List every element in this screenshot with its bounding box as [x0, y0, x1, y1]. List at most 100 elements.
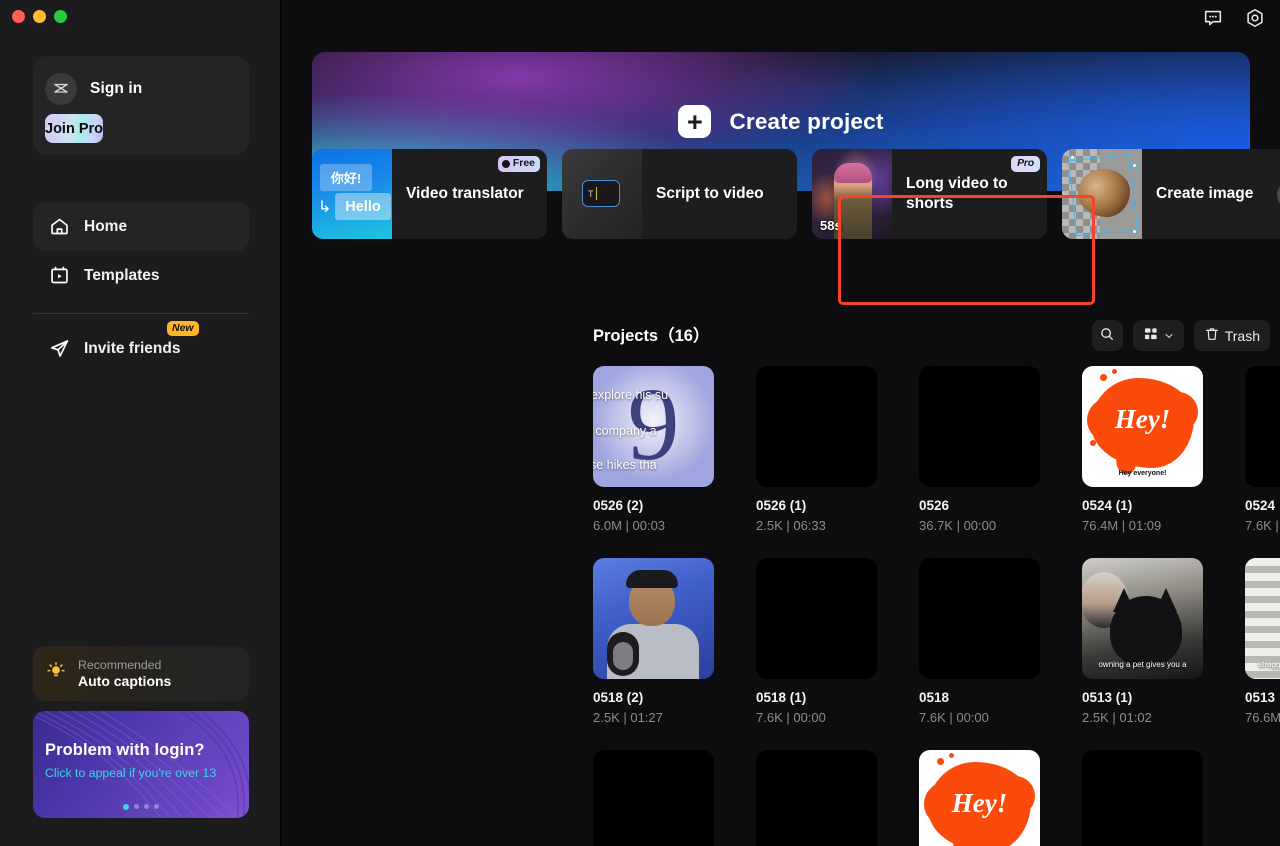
project-card[interactable]: 9 explore his su n company a ese hikes t… [593, 366, 756, 533]
caret-icon [596, 187, 598, 200]
project-thumbnail[interactable] [1245, 366, 1280, 487]
recommended-auto-captions-card[interactable]: Recommended Auto captions [33, 646, 249, 701]
project-card[interactable]: 0518 (1) 7.6K | 00:00 [756, 558, 919, 725]
promo-subtitle: Click to appeal if you're over 13 [45, 765, 235, 782]
project-meta: 36.7K | 00:00 [919, 518, 1082, 533]
promo-title: Problem with login? [45, 741, 205, 760]
paper-plane-icon [49, 338, 70, 359]
project-card[interactable]: 0526 (1) 2.5K | 06:33 [756, 366, 919, 533]
new-badge: New [167, 321, 199, 336]
window-traffic-lights [12, 10, 67, 23]
sign-in-row[interactable]: Sign in [45, 66, 237, 112]
search-button[interactable] [1092, 320, 1123, 351]
feature-card-script-to-video[interactable]: T Script to video [562, 149, 797, 239]
video-translator-thumbnail: 你好! ↳ Hello [312, 149, 392, 239]
project-meta: 2.5K | 01:02 [1082, 710, 1245, 725]
project-name: 0526 (1) [756, 498, 919, 513]
project-thumbnail[interactable] [593, 750, 714, 846]
project-card[interactable] [1082, 750, 1245, 846]
join-pro-button[interactable]: Join Pro [45, 114, 103, 143]
project-card[interactable]: 0518 7.6K | 00:00 [919, 558, 1082, 725]
project-thumbnail[interactable] [756, 366, 877, 487]
project-card[interactable] [756, 750, 919, 846]
chevron-down-icon [1164, 328, 1174, 344]
home-icon [49, 216, 70, 237]
project-thumbnail[interactable]: Hey! Hey everyone! [1082, 366, 1203, 487]
project-meta: 2.5K | 01:27 [593, 710, 756, 725]
view-mode-button[interactable] [1133, 320, 1184, 351]
promo-dot[interactable] [144, 804, 149, 809]
thumb-text-english: Hello [335, 193, 391, 220]
project-thumbnail[interactable]: 9 explore his su n company a ese hikes t… [593, 366, 714, 487]
project-thumbnail[interactable] [593, 558, 714, 679]
feedback-icon[interactable] [1202, 7, 1224, 29]
settings-gear-icon[interactable] [1244, 7, 1266, 29]
project-name: 0518 (2) [593, 690, 756, 705]
capcut-logo-icon [45, 73, 77, 105]
project-meta: 6.0M | 00:03 [593, 518, 756, 533]
feature-card-title: Create image [1142, 184, 1261, 204]
account-card: Sign in Join Pro [33, 56, 249, 155]
promo-carousel-dots[interactable] [33, 804, 249, 810]
project-meta: 7.6K | 00:00 [756, 710, 919, 725]
project-name: 0518 (1) [756, 690, 919, 705]
thumb-hey-text: Hey! [919, 788, 1040, 819]
project-card[interactable]: owning a pet gives you a 0513 (1) 2.5K |… [1082, 558, 1245, 725]
sidebar-item-label: Templates [84, 267, 160, 285]
thumb-caption-line: n company a [593, 424, 657, 438]
promo-login-card[interactable]: Problem with login? Click to appeal if y… [33, 711, 249, 818]
app-window: Sign in Join Pro Home [0, 0, 1280, 846]
thumb-duration-label: 58s [820, 218, 842, 233]
templates-icon [49, 265, 70, 286]
project-thumbnail[interactable] [919, 366, 1040, 487]
project-thumbnail[interactable] [756, 750, 877, 846]
minimize-window-button[interactable] [33, 10, 46, 23]
project-card[interactable]: 0526 36.7K | 00:00 [919, 366, 1082, 533]
project-card[interactable]: struggling with depression. 0513 76.6M |… [1245, 558, 1280, 725]
search-icon [1099, 326, 1115, 345]
promo-dot[interactable] [123, 804, 129, 810]
feature-card-create-image[interactable]: Create image ❯ [1062, 149, 1280, 239]
promo-dot[interactable] [134, 804, 139, 809]
project-thumbnail[interactable]: owning a pet gives you a [1082, 558, 1203, 679]
recommended-texts: Recommended Auto captions [78, 658, 171, 689]
promo-dot[interactable] [154, 804, 159, 809]
sign-in-label: Sign in [90, 80, 142, 98]
project-thumbnail[interactable]: Hey! [919, 750, 1040, 846]
projects-grid: 9 explore his su n company a ese hikes t… [593, 366, 1280, 846]
project-thumbnail[interactable] [919, 558, 1040, 679]
thumb-caption-line: explore his su [593, 388, 668, 402]
project-meta: 76.4M | 01:09 [1082, 518, 1245, 533]
feature-card-long-video-to-shorts[interactable]: 58s Long video to shorts Pro [812, 149, 1047, 239]
project-card[interactable]: Hey! Hey everyone! 0524 (1) 76.4M | 01:0… [1082, 366, 1245, 533]
trash-button[interactable]: Trash [1194, 320, 1270, 351]
trash-label: Trash [1225, 328, 1260, 344]
project-card[interactable]: Hey! [919, 750, 1082, 846]
maximize-window-button[interactable] [54, 10, 67, 23]
thumb-hey-text: Hey! [1082, 404, 1203, 435]
sidebar-item-invite-friends[interactable]: Invite friends New [33, 324, 249, 373]
sidebar-item-label: Home [84, 218, 127, 236]
feature-card-title: Video translator [392, 184, 532, 204]
project-name: 0513 (1) [1082, 690, 1245, 705]
selection-box-icon [1068, 154, 1138, 236]
lightbulb-icon [45, 660, 67, 687]
sidebar-item-templates[interactable]: Templates [33, 251, 249, 300]
project-name: 0524 (1) [1082, 498, 1245, 513]
project-card[interactable]: 0524 7.6K | 00:00 [1245, 366, 1280, 533]
project-thumbnail[interactable] [756, 558, 877, 679]
recommended-title: Auto captions [78, 673, 171, 689]
thumb-hey-subtext: Hey everyone! [1082, 470, 1203, 477]
project-meta: 76.6M | 01:09 [1245, 710, 1280, 725]
project-card[interactable] [593, 750, 756, 846]
close-window-button[interactable] [12, 10, 25, 23]
trash-icon [1204, 326, 1220, 345]
thumb-caption-line: ese hikes tha [593, 458, 657, 472]
project-thumbnail[interactable] [1082, 750, 1203, 846]
sidebar-item-home[interactable]: Home [33, 202, 249, 251]
feature-card-video-translator[interactable]: 你好! ↳ Hello Video translator Free [312, 149, 547, 239]
project-thumbnail[interactable]: struggling with depression. [1245, 558, 1280, 679]
topbar [1202, 0, 1280, 36]
project-card[interactable]: 0518 (2) 2.5K | 01:27 [593, 558, 756, 725]
pro-tag-badge: Pro [1011, 156, 1040, 172]
